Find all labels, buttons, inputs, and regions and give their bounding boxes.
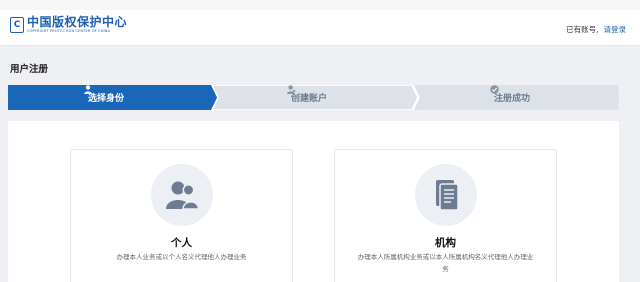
card-title: 个人 xyxy=(171,237,192,249)
step-label-text: 创建账户 xyxy=(291,94,328,104)
logo[interactable]: C 中国版权保护中心 COPYRIGHT PROTECTION CENTER O… xyxy=(10,16,127,34)
logo-subtitle: COPYRIGHT PROTECTION CENTER OF CHINA xyxy=(27,29,111,33)
card-title: 机构 xyxy=(435,237,456,249)
has-account-text: 已有账号, xyxy=(566,25,599,34)
personal-identity-card[interactable]: 个人 办理本人业务或以个人名义代理他人办理业务 xyxy=(70,149,293,282)
logo-title: 中国版权保护中心 xyxy=(27,15,128,29)
logo-mark-icon: C xyxy=(10,17,24,33)
step-label-text: 注册成功 xyxy=(494,94,531,104)
card-description: 办理本人所属机构业务或以本人所属机构名义代理他人办理业务 xyxy=(357,253,534,273)
step-select-identity: 选择身份 xyxy=(84,85,124,110)
login-area: 已有账号, 请登录 xyxy=(566,24,626,35)
step-label-text: 选择身份 xyxy=(88,94,125,104)
site-header: C 中国版权保护中心 COPYRIGHT PROTECTION CENTER O… xyxy=(0,10,640,46)
users-icon xyxy=(150,164,213,226)
login-link[interactable]: 请登录 xyxy=(604,25,627,34)
organization-identity-card[interactable]: 机构 办理本人所属机构业务或以本人所属机构名义代理他人办理业务 xyxy=(334,149,557,282)
card-description: 办理本人业务或以个人名义代理他人办理业务 xyxy=(116,253,247,261)
step-registration-success: 注册成功 xyxy=(490,85,530,110)
top-strip xyxy=(0,0,640,10)
step-create-account: 创建账户 xyxy=(287,85,327,110)
document-icon xyxy=(414,164,477,226)
logo-text: 中国版权保护中心 COPYRIGHT PROTECTION CENTER OF … xyxy=(27,16,127,34)
step-progress-bar: 选择身份 创建账户 注册成功 xyxy=(8,85,619,110)
page-title: 用户注册 xyxy=(10,64,49,75)
